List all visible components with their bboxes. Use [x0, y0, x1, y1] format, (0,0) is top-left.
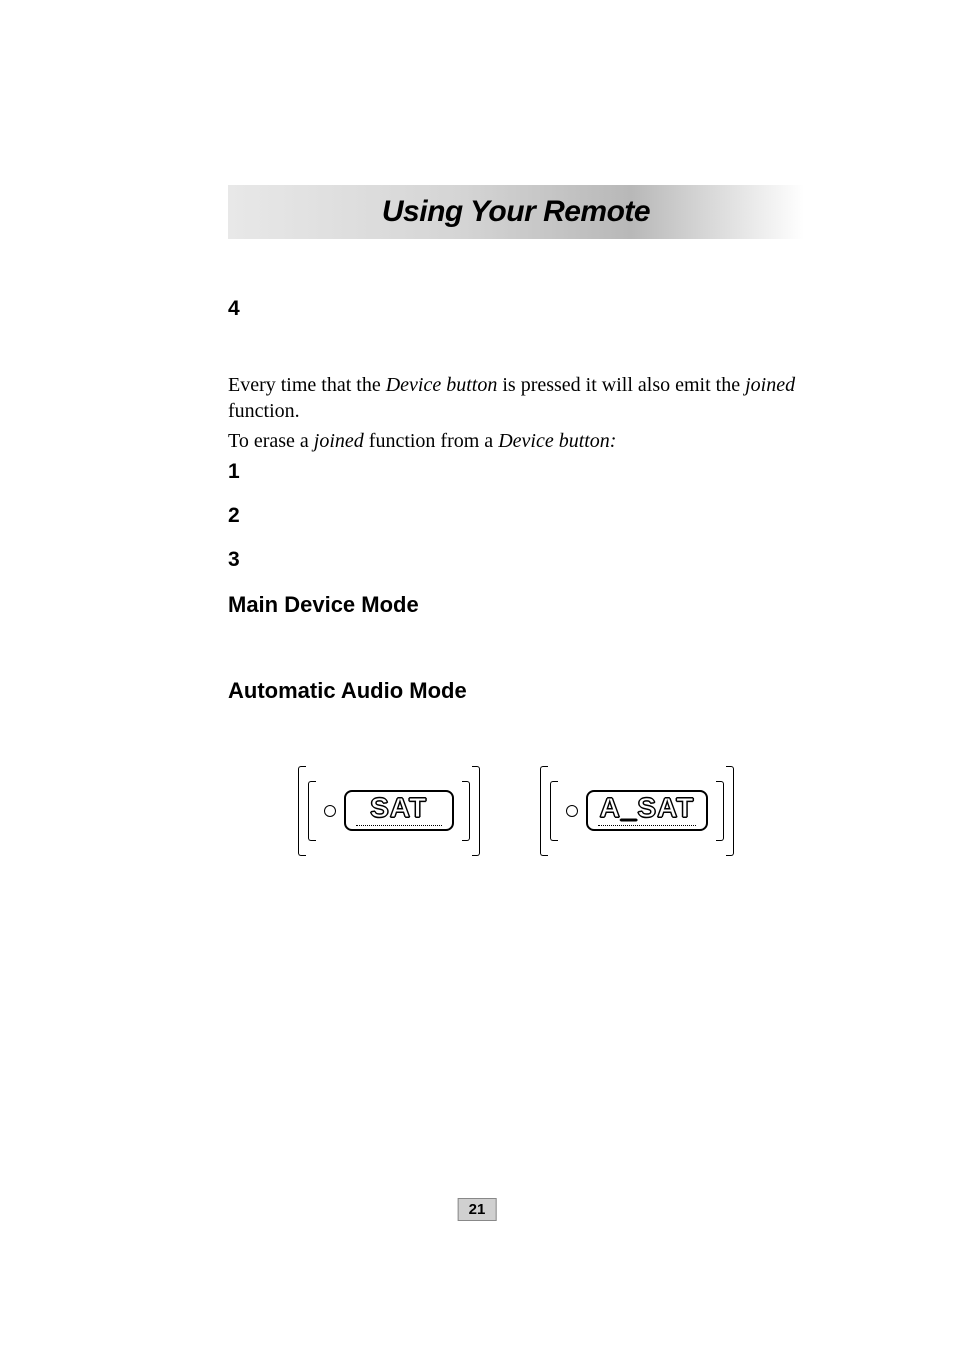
lcd-display-sat: SAT: [344, 790, 454, 831]
text-italic: Device button:: [498, 430, 616, 452]
section-title: Using Your Remote: [228, 195, 804, 229]
section-title-banner: Using Your Remote: [228, 185, 804, 239]
text-run: is pressed it will also emit the: [497, 374, 745, 396]
heading-automatic-audio-mode: Automatic Audio Mode: [228, 678, 804, 704]
sub-step-3: 3: [228, 548, 804, 572]
lcd-unit-right: A_SAT: [540, 766, 735, 856]
step-4-number: 4: [228, 297, 254, 321]
text-run: function.: [228, 400, 300, 422]
sub-step-2-number: 2: [228, 504, 254, 528]
text-italic: Device button: [386, 374, 498, 396]
lcd-text: A_SAT: [600, 794, 695, 822]
bracket-right-icon: [472, 766, 480, 856]
lcd-text: SAT: [370, 794, 427, 822]
lcd-underline-icon: [356, 824, 442, 826]
bracket-right-inner-icon: [462, 781, 470, 841]
lcd-unit-left: SAT: [298, 766, 480, 856]
text-run: Every time that the: [228, 374, 386, 396]
sub-step-1: 1: [228, 460, 804, 484]
lcd-displays-row: SAT A_SAT: [228, 766, 804, 856]
paragraph-1: Every time that the Device button is pre…: [228, 373, 804, 424]
lcd-underline-icon: [598, 824, 697, 826]
indicator-circle-icon: [324, 805, 336, 817]
paragraph-2: To erase a joined function from a Device…: [228, 429, 804, 455]
sub-step-3-number: 3: [228, 548, 254, 572]
sub-step-2: 2: [228, 504, 804, 528]
bracket-right-icon: [726, 766, 734, 856]
text-run: To erase a: [228, 430, 314, 452]
page-number: 21: [458, 1198, 497, 1221]
lcd-display-asat: A_SAT: [586, 790, 709, 831]
text-italic: joined: [745, 374, 795, 396]
sub-steps-list: 1 2 3: [228, 460, 804, 572]
heading-main-device-mode: Main Device Mode: [228, 592, 804, 618]
sub-step-1-number: 1: [228, 460, 254, 484]
text-run: function from a: [364, 430, 498, 452]
bracket-left-inner-icon: [550, 781, 558, 841]
bracket-left-inner-icon: [308, 781, 316, 841]
bracket-right-inner-icon: [716, 781, 724, 841]
text-italic: joined: [314, 430, 364, 452]
bracket-left-icon: [298, 766, 306, 856]
indicator-circle-icon: [566, 805, 578, 817]
step-4: 4: [228, 297, 804, 321]
bracket-left-icon: [540, 766, 548, 856]
